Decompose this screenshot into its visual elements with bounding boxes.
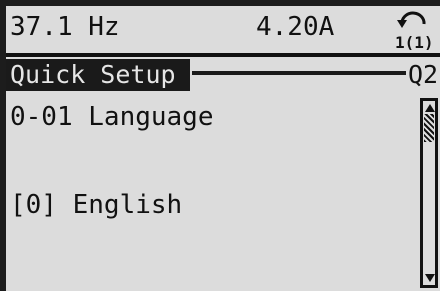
lcd-screen: 37.1 Hz 4.20A 1(1) Quick Setup Q2 0-01 L… [6,6,440,291]
setup-icon-label: 1(1) [395,33,434,50]
scroll-down-arrow-icon[interactable] [425,274,435,282]
scroll-thumb[interactable] [424,114,434,142]
frequency-readout: 37.1 Hz [10,12,120,42]
setup-1-1-icon: 1(1) [395,11,434,50]
parameter-name[interactable]: 0-01 Language [10,102,214,132]
menu-bar: Quick Setup Q2 [6,59,440,91]
menu-title-highlight: Quick Setup [6,59,190,91]
current-readout: 4.20A [256,12,335,42]
menu-code: Q2 [408,60,439,89]
parameter-value[interactable]: [0] English [10,190,182,220]
menu-rule [192,71,406,75]
scroll-up-arrow-icon[interactable] [425,104,435,112]
status-row: 37.1 Hz 4.20A 1(1) [6,6,440,52]
menu-title: Quick Setup [10,60,176,89]
status-divider [6,53,440,57]
scrollbar[interactable] [420,98,438,288]
